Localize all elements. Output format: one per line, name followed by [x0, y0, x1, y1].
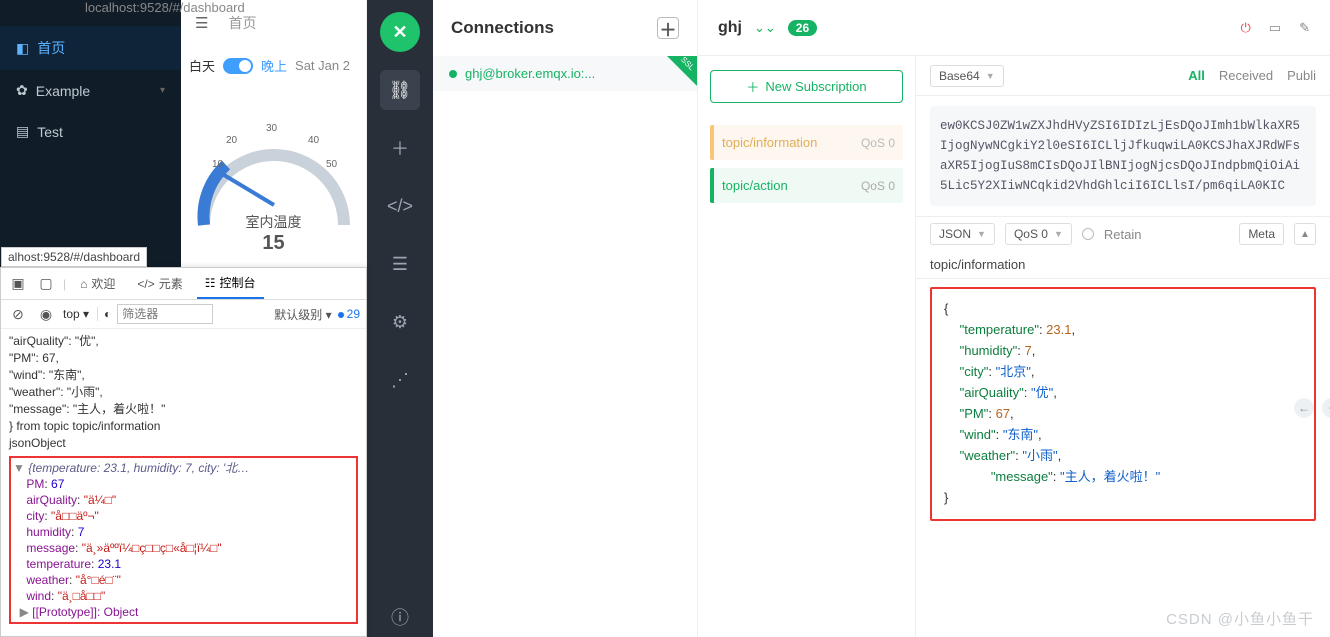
power-icon[interactable]: ⏻ [1241, 20, 1251, 36]
eye-icon[interactable]: ◉ [35, 303, 57, 325]
live-icon[interactable]: ◐ [104, 307, 111, 321]
devtools-panel: alhost:9528/#/dashboard ▣ ▢ | ⌂欢迎 </>元素 … [0, 267, 367, 637]
filter-published[interactable]: Publi [1287, 68, 1316, 83]
status-dot-online [449, 70, 457, 78]
hover-url-tooltip: alhost:9528/#/dashboard [1, 247, 147, 267]
devtools-dock-icon[interactable]: ▣ [7, 273, 29, 295]
publish-payload-editor[interactable]: { "temperature": 23.1, "humidity": 7, "c… [930, 287, 1316, 521]
messages-column: Base64▼ All Received Publi ew0KCSJ0ZW1wZ… [916, 56, 1330, 637]
script-icon[interactable]: </> [380, 186, 420, 226]
payload-format-select[interactable]: JSON▼ [930, 223, 995, 245]
gauge-title: 室内温度 [246, 214, 302, 230]
tick-10: 10 [212, 159, 224, 170]
client-name: ghj [718, 19, 742, 37]
highlighted-object: ▼ {temperature: 23.1, humidity: 7, city:… [9, 456, 358, 624]
label-night: 晚上 [261, 56, 287, 75]
menu-collapse-icon[interactable]: ☰ [195, 14, 208, 32]
mqttx-sidebar: ✕ ⛓ ＋ </> ☰ ⚙ ⋰ ⓘ [367, 0, 433, 637]
tick-30: 30 [266, 123, 278, 134]
encoding-select[interactable]: Base64▼ [930, 65, 1004, 87]
connection-label: ghj@broker.emqx.io:... [465, 66, 595, 81]
filter-all[interactable]: All [1188, 68, 1205, 83]
sidebar-item-test[interactable]: ▤ Test [0, 111, 181, 152]
tick-20: 20 [226, 135, 238, 146]
tab-elements[interactable]: </>元素 [129, 268, 190, 299]
log-level-select[interactable]: 默认级别 ▾ [274, 306, 331, 323]
undo-icon[interactable]: ← [1294, 398, 1314, 418]
info-icon[interactable]: ⓘ [380, 597, 420, 637]
day-night-toggle[interactable] [223, 58, 253, 74]
example-label: Example [36, 83, 90, 99]
home-label: 首页 [37, 38, 65, 58]
chevron-down-icon[interactable]: ⌄⌄ [754, 20, 776, 36]
settings-icon[interactable]: ⚙ [380, 302, 420, 342]
gauge-value: 15 [262, 232, 284, 254]
message-payload-base64: ew0KCSJ0ZW1wZXJhdHVyZSI6IDIzLjEsDQoJImh1… [930, 106, 1316, 206]
mqttx-logo[interactable]: ✕ [380, 12, 420, 52]
tab-console[interactable]: ☷控制台 [197, 268, 264, 299]
sidebar-item-home[interactable]: ◧ 首页 [0, 26, 181, 70]
retain-radio[interactable] [1082, 228, 1094, 240]
qos-select[interactable]: QoS 0▼ [1005, 223, 1072, 245]
connections-list: Connections ＋ ghj@broker.emqx.io:... SSL [433, 0, 698, 637]
console-output[interactable]: "airQuality": "优", "PM": 67, "wind": "东南… [1, 329, 366, 636]
new-subscription-button[interactable]: ＋New Subscription [710, 70, 903, 103]
address-fragment: localhost:9528/#/dashboard [85, 0, 245, 15]
filter-received[interactable]: Received [1219, 68, 1273, 83]
chevron-down-icon: ▾ [160, 85, 165, 96]
subscription-topic-action[interactable]: topic/actionQoS 0 [710, 168, 903, 203]
edit-icon[interactable]: ✎ [1299, 20, 1310, 36]
connections-title: Connections [451, 18, 554, 38]
tab-welcome[interactable]: ⌂欢迎 [72, 268, 123, 299]
gear-icon: ✿ [16, 82, 28, 99]
connections-icon[interactable]: ⛓ [380, 70, 420, 110]
temperature-gauge: 10 20 30 40 50 室内温度 15 [181, 85, 366, 255]
subscription-topic-information[interactable]: topic/informationQoS 0 [710, 125, 903, 160]
doc-icon: ▤ [16, 123, 29, 140]
jsonobject-label: jsonObject [9, 436, 66, 450]
label-date: Sat Jan 2 [295, 58, 350, 73]
meta-button[interactable]: Meta [1239, 223, 1284, 245]
plus-icon: ＋ [746, 77, 759, 96]
label-day: 白天 [189, 56, 215, 75]
history-up-button[interactable]: ▲ [1294, 223, 1316, 245]
devtools-inspect-icon[interactable]: ▢ [35, 273, 57, 295]
chat-icon[interactable]: ▭ [1269, 20, 1281, 36]
console-icon: ☷ [205, 276, 216, 290]
new-icon[interactable]: ＋ [380, 128, 420, 168]
filter-input[interactable] [117, 304, 213, 324]
client-main: ghj ⌄⌄ 26 ⏻ ▭ ✎ ＋New Subscription topic/… [698, 0, 1330, 637]
publish-topic-input[interactable]: topic/information [916, 251, 1330, 279]
sidebar-item-example[interactable]: ✿ Example ▾ [0, 70, 181, 111]
home-icon: ◧ [16, 40, 29, 57]
breadcrumb-home[interactable]: 首页 [228, 13, 256, 33]
test-label: Test [37, 124, 63, 140]
redo-icon[interactable]: − [1322, 398, 1330, 418]
watermark: CSDN @小鱼小鱼干 [1166, 608, 1314, 629]
message-count-badge: 26 [788, 20, 817, 36]
subscriptions-column: ＋New Subscription topic/informationQoS 0… [698, 56, 916, 637]
issue-count[interactable]: 29 [347, 307, 360, 321]
home-icon: ⌂ [80, 277, 87, 291]
clear-console-icon[interactable]: ⊘ [7, 303, 29, 325]
tick-50: 50 [326, 159, 338, 170]
log-icon[interactable]: ☰ [380, 244, 420, 284]
tick-40: 40 [308, 135, 320, 146]
context-select[interactable]: top ▾ [63, 307, 98, 321]
code-icon: </> [137, 277, 154, 291]
add-connection-button[interactable]: ＋ [657, 17, 679, 39]
retain-label: Retain [1104, 227, 1142, 242]
rss-icon[interactable]: ⋰ [380, 360, 420, 400]
connection-item-ghj[interactable]: ghj@broker.emqx.io:... SSL [433, 56, 697, 91]
